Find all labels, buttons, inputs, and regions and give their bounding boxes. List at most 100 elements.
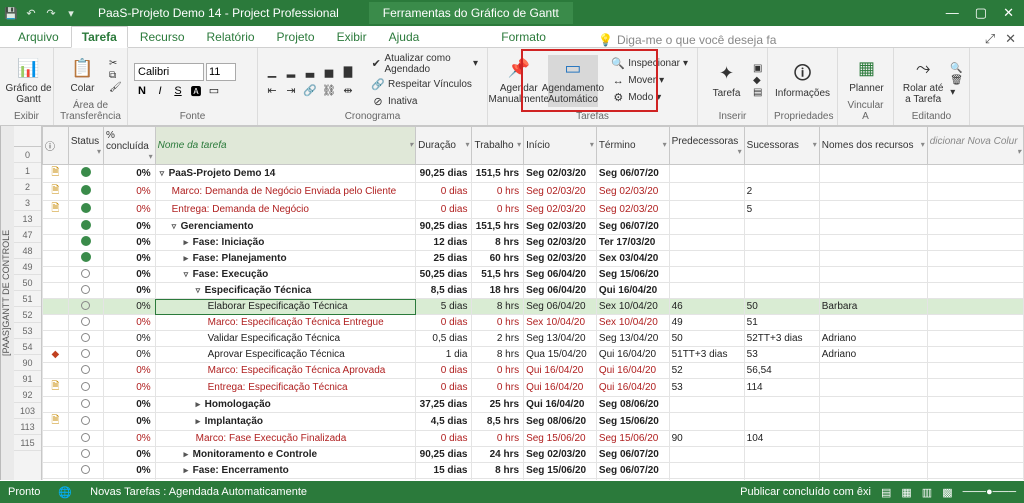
cell-finish[interactable]: Seg 06/07/20 — [596, 219, 669, 235]
col-pct-complete[interactable]: % concluída▾ — [104, 127, 156, 165]
cell-finish[interactable]: Qui 16/04/20 — [596, 363, 669, 379]
row-number[interactable]: 92 — [14, 387, 41, 403]
cell-finish[interactable]: Qui 16/04/20 — [596, 379, 669, 397]
cell-successors[interactable] — [744, 219, 819, 235]
cell-task-name[interactable]: ▸Fase: Iniciação — [155, 235, 416, 251]
font-color-icon[interactable]: 🅰 — [188, 83, 204, 99]
close-icon[interactable]: ✕ — [1003, 5, 1014, 21]
cell-duration[interactable]: 90,25 dias — [416, 165, 472, 183]
cell-resources[interactable]: Barbara — [819, 299, 927, 315]
row-number[interactable]: 52 — [14, 307, 41, 323]
cell-successors[interactable] — [744, 397, 819, 413]
cell-finish[interactable]: Seg 02/03/20 — [596, 201, 669, 219]
cell-start[interactable]: Qui 16/04/20 — [524, 479, 597, 481]
clear-icon[interactable]: 🗑 — [950, 75, 963, 86]
cell-successors[interactable] — [744, 463, 819, 479]
cell-start[interactable]: Seg 15/06/20 — [524, 463, 597, 479]
cell-resources[interactable] — [819, 431, 927, 447]
cell-successors[interactable]: 5 — [744, 201, 819, 219]
cell-pct[interactable]: 0% — [104, 379, 156, 397]
cell-empty[interactable] — [927, 267, 1023, 283]
cell-task-name[interactable]: Validar Especificação Técnica — [155, 331, 416, 347]
cell-empty[interactable] — [927, 315, 1023, 331]
cell-duration[interactable]: 12 dias — [416, 235, 472, 251]
cell-empty[interactable] — [927, 379, 1023, 397]
cell-successors[interactable]: 52TT+3 dias — [744, 331, 819, 347]
cell-pct[interactable]: 0% — [104, 219, 156, 235]
cell-pct[interactable]: 0% — [104, 331, 156, 347]
cell-work[interactable]: 0 hrs — [472, 315, 524, 331]
cell-task-name[interactable]: ▿Gerenciamento — [155, 219, 416, 235]
cell-pct[interactable]: 0% — [104, 267, 156, 283]
cell-empty[interactable] — [927, 331, 1023, 347]
cell-duration[interactable]: 5 dias — [416, 299, 472, 315]
table-row[interactable]: 0%Elaborar Especificação Técnica5 dias8 … — [43, 299, 1024, 315]
table-row[interactable]: 0%▸Fase: Encerramento15 dias8 hrsSeg 15/… — [43, 463, 1024, 479]
view-gantt-icon[interactable]: ▤ — [881, 486, 891, 499]
cell-finish[interactable]: Sex 10/04/20 — [596, 315, 669, 331]
cell-task-name[interactable]: Marco: Especificação Técnica Entregue — [155, 315, 416, 331]
cell-pct[interactable]: 0% — [104, 479, 156, 481]
cell-work[interactable]: 8,5 hrs — [472, 413, 524, 431]
inspect-button[interactable]: 🔍Inspecionar ▾ — [608, 56, 691, 72]
cell-duration[interactable]: 0 dias — [416, 201, 472, 219]
cell-predecessors[interactable] — [669, 219, 744, 235]
cell-predecessors[interactable] — [669, 251, 744, 267]
pct100-icon[interactable]: ▇ — [340, 63, 356, 79]
cell-task-name[interactable]: ▸Fase: Planejamento — [155, 251, 416, 267]
mode-button[interactable]: ⚙Modo ▾ — [608, 90, 691, 106]
table-row[interactable]: 0%▸Homologação37,25 dias25 hrsQui 16/04/… — [43, 397, 1024, 413]
cell-predecessors[interactable]: 53 — [669, 379, 744, 397]
cell-task-name[interactable]: Marco: Fase Execução Finalizada — [155, 431, 416, 447]
tab-file[interactable]: Arquivo — [8, 27, 69, 47]
cell-work[interactable]: 151,5 hrs — [472, 219, 524, 235]
col-successors[interactable]: Sucessoras▾ — [744, 127, 819, 165]
view-task-usage-icon[interactable]: ▦ — [901, 486, 911, 499]
cell-task-name[interactable]: ▿Especificação Técnica — [155, 283, 416, 299]
copy-icon[interactable]: ⧉ — [109, 70, 122, 81]
table-row[interactable]: 0%Validar Especificação Técnica0,5 dias2… — [43, 331, 1024, 347]
row-number[interactable]: 13 — [14, 211, 41, 227]
cell-predecessors[interactable] — [669, 397, 744, 413]
information-button[interactable]: 🛈Informações — [774, 60, 831, 101]
cell-duration[interactable]: 90,25 dias — [416, 447, 472, 463]
tab-report[interactable]: Relatório — [197, 27, 265, 47]
font-size-input[interactable] — [206, 63, 236, 81]
row-number[interactable]: 91 — [14, 371, 41, 387]
cell-duration[interactable]: 37,25 dias — [416, 397, 472, 413]
cell-predecessors[interactable] — [669, 183, 744, 201]
cell-work[interactable]: 0 hrs — [472, 479, 524, 481]
outline-toggle-icon[interactable]: ▸ — [184, 465, 192, 476]
table-row[interactable]: 0%Marco: Fase Execução Finalizada0 dias0… — [43, 431, 1024, 447]
cell-duration[interactable]: 4,5 dias — [416, 413, 472, 431]
cell-successors[interactable] — [744, 165, 819, 183]
row-number[interactable]: 115 — [14, 435, 41, 451]
outdent-icon[interactable]: ⇤ — [264, 82, 280, 98]
pct0-icon[interactable]: ▁ — [264, 63, 280, 79]
cell-duration[interactable]: 0 dias — [416, 363, 472, 379]
cell-resources[interactable] — [819, 235, 927, 251]
cell-task-name[interactable]: ▿Fase: Execução — [155, 267, 416, 283]
col-status[interactable]: Status▾ — [68, 127, 103, 165]
cell-finish[interactable]: Qui 16/04/20 — [596, 283, 669, 299]
cell-duration[interactable]: 0 dias — [416, 315, 472, 331]
cell-empty[interactable] — [927, 299, 1023, 315]
cell-finish[interactable]: Seg 06/07/20 — [596, 165, 669, 183]
table-row[interactable]: 0%▿Especificação Técnica8,5 dias18 hrsSe… — [43, 283, 1024, 299]
cell-work[interactable]: 0 hrs — [472, 379, 524, 397]
cell-work[interactable]: 8 hrs — [472, 235, 524, 251]
cell-successors[interactable] — [744, 251, 819, 267]
cell-task-name[interactable]: ▸Implantação — [155, 413, 416, 431]
row-number[interactable]: 53 — [14, 323, 41, 339]
cell-empty[interactable] — [927, 397, 1023, 413]
cell-pct[interactable]: 0% — [104, 235, 156, 251]
cell-predecessors[interactable] — [669, 413, 744, 431]
row-number[interactable]: 48 — [14, 243, 41, 259]
view-resource-icon[interactable]: ▩ — [942, 486, 952, 499]
respect-links-button[interactable]: 🔗Respeitar Vínculos — [368, 77, 481, 93]
cell-empty[interactable] — [927, 251, 1023, 267]
cell-successors[interactable]: 2 — [744, 183, 819, 201]
table-row[interactable]: 🗎0%Marco: Demanda de Negócio Enviada pel… — [43, 183, 1024, 201]
cell-empty[interactable] — [927, 183, 1023, 201]
view-team-icon[interactable]: ▥ — [922, 486, 932, 499]
